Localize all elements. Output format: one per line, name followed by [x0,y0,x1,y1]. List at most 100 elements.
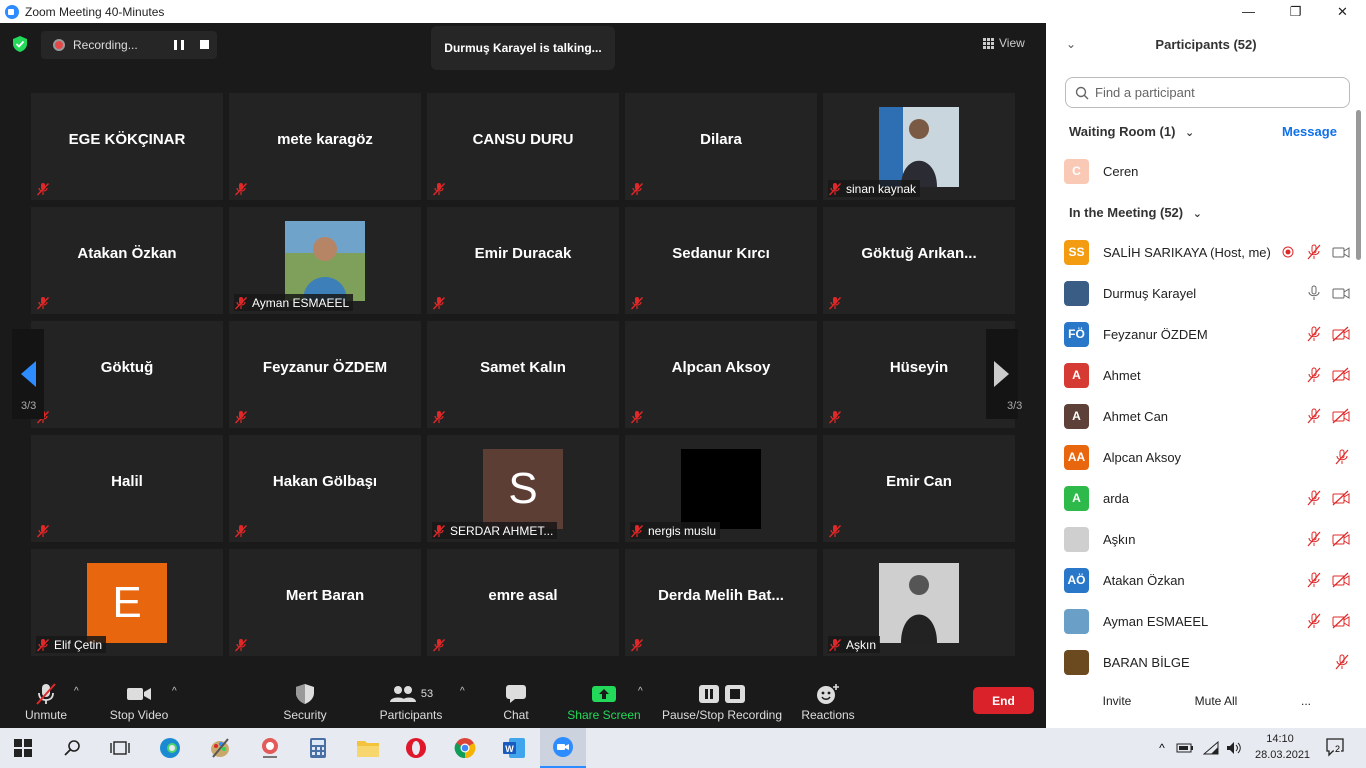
muted-mic-icon[interactable] [1306,572,1322,588]
video-camera-icon[interactable] [1332,244,1350,260]
calculator-icon[interactable] [305,736,331,760]
end-meeting-button[interactable]: End [973,687,1034,714]
show-hidden-icons-chevron-icon[interactable]: ^ [1152,736,1172,760]
zoom-taskbar-icon[interactable] [540,728,586,768]
video-tile[interactable]: Atakan Özkan [31,207,223,314]
video-tile[interactable]: Aşkın [823,549,1015,656]
participant-row[interactable]: A Ahmet Can [1064,401,1350,431]
participant-row[interactable]: FÖ Feyzanur ÖZDEM [1064,319,1350,349]
message-waiting-room-link[interactable]: Message [1282,124,1337,139]
panel-scrollbar[interactable] [1356,110,1361,260]
muted-mic-icon[interactable] [1334,449,1350,465]
muted-mic-icon[interactable] [1306,408,1322,424]
opera-browser-icon[interactable] [403,736,429,760]
video-tile[interactable]: Dilara [625,93,817,200]
video-tile[interactable]: E Elif Çetin [31,549,223,656]
task-view-icon[interactable] [107,736,133,760]
participant-row[interactable]: C Ceren [1064,156,1350,186]
participant-row[interactable]: SS SALİH SARIKAYA (Host, me) [1064,237,1350,267]
invite-button[interactable]: Invite [1095,689,1139,713]
shield-icon[interactable] [12,35,28,53]
participants-options-caret-icon[interactable]: ^ [460,686,465,697]
video-tile[interactable]: emre asal [427,549,619,656]
more-options-button[interactable]: ... [1294,689,1318,713]
video-off-icon[interactable] [1332,326,1350,342]
video-off-icon[interactable] [1332,572,1350,588]
video-off-icon[interactable] [1332,367,1350,383]
minimize-button[interactable]: — [1225,0,1272,23]
muted-mic-icon[interactable] [1306,244,1322,260]
participant-row[interactable]: Aşkın [1064,524,1350,554]
muted-mic-icon[interactable] [1334,654,1350,670]
video-tile[interactable]: mete karagöz [229,93,421,200]
video-tile[interactable]: Feyzanur ÖZDEM [229,321,421,428]
participant-search-input[interactable]: Find a participant [1065,77,1350,108]
chat-button[interactable]: Chat [496,670,536,728]
pause-stop-recording-button[interactable]: Pause/Stop Recording [660,670,784,728]
video-options-caret-icon[interactable]: ^ [172,686,177,697]
participant-row[interactable]: A Ahmet [1064,360,1350,390]
chrome-browser-icon[interactable] [452,736,478,760]
video-tile[interactable]: Derda Melih Bat... [625,549,817,656]
participant-row[interactable]: AA Alpcan Aksoy [1064,442,1350,472]
mute-all-button[interactable]: Mute All [1188,689,1244,713]
maximize-button[interactable]: ❐ [1272,0,1319,23]
muted-mic-icon[interactable] [1306,613,1322,629]
video-tile[interactable]: Ayman ESMAEEL [229,207,421,314]
edge-browser-icon[interactable] [157,736,183,760]
video-tile[interactable]: Sedanur Kırcı [625,207,817,314]
video-off-icon[interactable] [1332,408,1350,424]
video-tile[interactable]: EGE KÖKÇINAR [31,93,223,200]
in-meeting-header[interactable]: In the Meeting (52) ⌄ [1069,205,1202,220]
video-off-icon[interactable] [1332,531,1350,547]
participant-row[interactable]: BARAN BİLGE [1064,647,1350,677]
participant-row[interactable]: Durmuş Karayel [1064,278,1350,308]
close-button[interactable]: ✕ [1319,0,1366,23]
stop-recording-button[interactable] [200,40,209,49]
waiting-room-header[interactable]: Waiting Room (1) ⌄ [1069,124,1194,139]
unmute-button[interactable]: Unmute [18,670,74,728]
file-explorer-icon[interactable] [355,736,381,760]
video-tile[interactable]: Emir Can [823,435,1015,542]
share-options-caret-icon[interactable]: ^ [638,686,643,697]
share-screen-button[interactable]: Share Screen [566,670,642,728]
system-clock[interactable]: 14:10 28.03.2021 [1255,731,1310,763]
muted-mic-icon[interactable] [1306,490,1322,506]
security-button[interactable]: Security [280,670,330,728]
video-tile[interactable]: Göktuğ Arıkan... [823,207,1015,314]
snipping-tool-icon[interactable] [257,736,283,760]
participant-row[interactable]: AÖ Atakan Özkan [1064,565,1350,595]
video-tile[interactable]: Halil [31,435,223,542]
pause-recording-button[interactable] [174,40,184,50]
video-tile[interactable]: S SERDAR AHMET... [427,435,619,542]
muted-mic-icon[interactable] [1306,367,1322,383]
video-tile[interactable]: Hakan Gölbaşı [229,435,421,542]
video-tile[interactable]: sinan kaynak [823,93,1015,200]
video-tile[interactable]: Samet Kalın [427,321,619,428]
video-off-icon[interactable] [1332,613,1350,629]
muted-mic-icon[interactable] [1306,326,1322,342]
windows-start-icon[interactable] [10,736,36,760]
reactions-button[interactable]: Reactions [800,670,856,728]
wifi-icon[interactable] [1201,736,1221,760]
video-tile[interactable]: Emir Duracak [427,207,619,314]
stop-video-button[interactable]: Stop Video [106,670,172,728]
paint-palette-icon[interactable] [207,736,233,760]
participant-row[interactable]: Aarda [1064,483,1350,513]
audio-options-caret-icon[interactable]: ^ [74,686,79,697]
muted-mic-icon[interactable] [1306,531,1322,547]
mic-icon[interactable] [1306,285,1322,301]
video-tile[interactable]: CANSU DURU [427,93,619,200]
participants-button[interactable]: 53 Participants [376,670,446,728]
word-icon[interactable]: W [501,736,527,760]
volume-icon[interactable] [1224,736,1244,760]
view-button[interactable]: View [983,31,1037,55]
battery-icon[interactable] [1175,736,1195,760]
video-camera-icon[interactable] [1332,285,1350,301]
video-tile[interactable]: Alpcan Aksoy [625,321,817,428]
video-tile[interactable]: Mert Baran [229,549,421,656]
video-off-icon[interactable] [1332,490,1350,506]
participant-row[interactable]: Ayman ESMAEEL [1064,606,1350,636]
video-tile[interactable]: nergis muslu [625,435,817,542]
search-icon[interactable] [60,736,86,760]
